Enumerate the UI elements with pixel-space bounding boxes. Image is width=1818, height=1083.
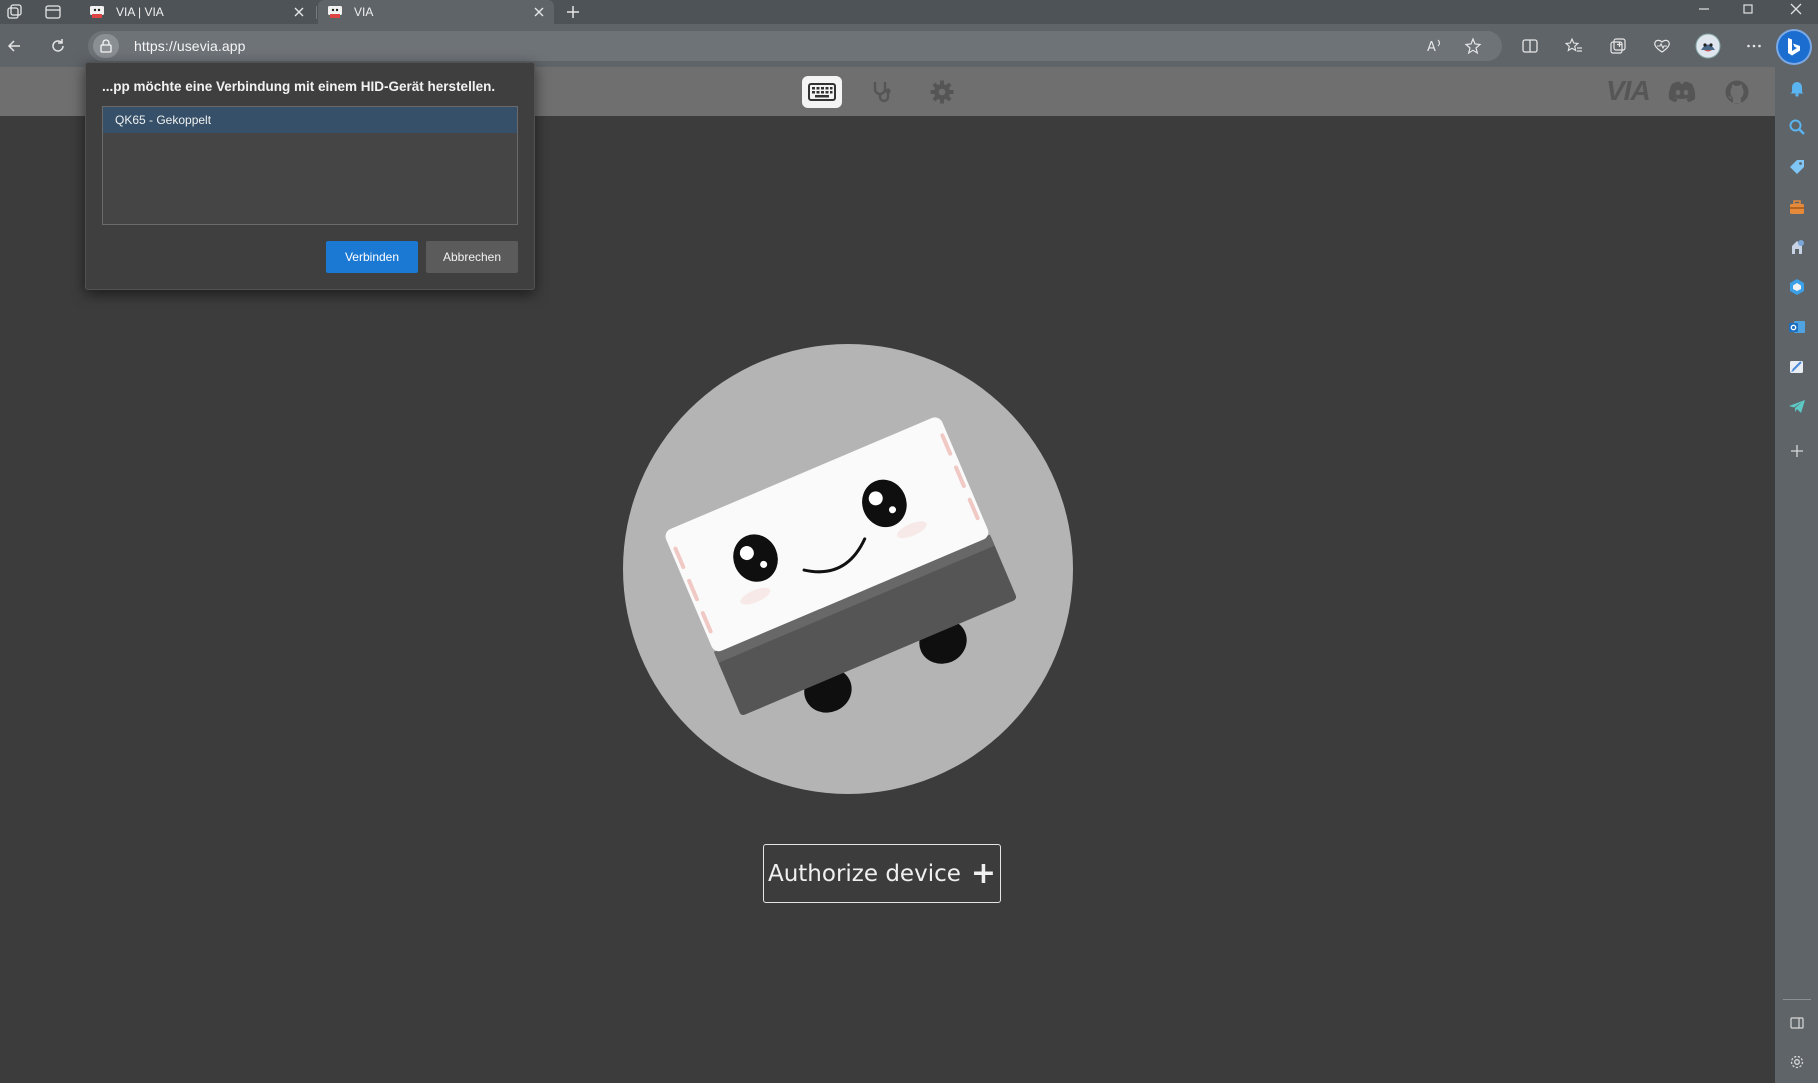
- plus-icon: +: [970, 855, 997, 891]
- keyboard-mascot-illustration: [623, 344, 1073, 794]
- workspaces-icon[interactable]: [5, 3, 23, 21]
- read-aloud-icon[interactable]: A: [1423, 34, 1447, 58]
- tab-via-via[interactable]: VIA | VIA: [80, 0, 314, 24]
- browser-sidebar: [1775, 67, 1818, 1083]
- cancel-button[interactable]: Abbrechen: [426, 241, 518, 273]
- close-window-button[interactable]: [1774, 0, 1818, 18]
- add-icon[interactable]: [1786, 440, 1808, 462]
- new-tab-plus-icon[interactable]: [564, 3, 582, 21]
- device-list[interactable]: QK65 - Gekoppelt: [102, 106, 518, 225]
- authorize-device-label: Authorize device: [767, 860, 961, 887]
- games-icon[interactable]: [1786, 236, 1808, 258]
- connect-button[interactable]: Verbinden: [326, 241, 418, 273]
- bing-icon[interactable]: [1778, 31, 1810, 63]
- hid-permission-dialog: ...pp möchte eine Verbindung mit einem H…: [85, 62, 535, 290]
- minimize-button[interactable]: [1682, 0, 1726, 18]
- microsoft-365-icon[interactable]: [1786, 276, 1808, 298]
- tab-separator: [316, 6, 317, 19]
- sidebar-settings-icon[interactable]: [1786, 1051, 1808, 1073]
- hide-sidebar-icon[interactable]: [1786, 1012, 1808, 1034]
- split-screen-icon[interactable]: [1516, 32, 1544, 60]
- url-text[interactable]: https://usevia.app: [134, 38, 246, 54]
- browser-toolbar: https://usevia.app A: [0, 24, 1818, 67]
- notification-bell-icon[interactable]: [1786, 77, 1808, 99]
- refresh-icon[interactable]: [44, 32, 72, 60]
- maximize-button[interactable]: [1726, 0, 1770, 18]
- authorize-device-button[interactable]: Authorize device +: [763, 844, 1001, 903]
- shopping-tag-icon[interactable]: [1786, 156, 1808, 178]
- back-arrow-icon[interactable]: [0, 32, 28, 60]
- tab-via[interactable]: VIA: [318, 0, 554, 24]
- stethoscope-icon[interactable]: [862, 76, 902, 108]
- tools-briefcase-icon[interactable]: [1786, 196, 1808, 218]
- tab-actions-icon[interactable]: [44, 3, 62, 21]
- github-icon[interactable]: [1717, 76, 1757, 108]
- close-tab-icon[interactable]: [532, 5, 546, 19]
- tab-title: VIA: [354, 5, 374, 19]
- search-icon[interactable]: [1786, 116, 1808, 138]
- via-logo[interactable]: VIA: [1606, 75, 1651, 107]
- outlook-icon[interactable]: [1786, 316, 1808, 338]
- profile-avatar[interactable]: [1694, 32, 1722, 60]
- heart-pulse-icon[interactable]: [1648, 32, 1676, 60]
- lock-icon[interactable]: [93, 34, 119, 58]
- star-icon[interactable]: [1461, 34, 1485, 58]
- address-bar[interactable]: https://usevia.app A: [88, 31, 1502, 61]
- telegram-icon[interactable]: [1786, 396, 1808, 418]
- discord-icon[interactable]: [1662, 76, 1702, 108]
- device-list-item[interactable]: QK65 - Gekoppelt: [103, 107, 517, 133]
- ellipsis-icon[interactable]: [1740, 32, 1768, 60]
- gear-icon[interactable]: [922, 76, 962, 108]
- keyboard-icon[interactable]: [802, 76, 842, 108]
- via-favicon-icon: [328, 6, 342, 18]
- sidebar-divider: [1783, 999, 1811, 1000]
- favorites-icon[interactable]: [1560, 32, 1588, 60]
- collections-icon[interactable]: [1604, 32, 1632, 60]
- tab-strip: VIA | VIA VIA: [0, 0, 1818, 24]
- drop-icon[interactable]: [1786, 356, 1808, 378]
- close-tab-icon[interactable]: [292, 5, 306, 19]
- via-favicon-icon: [90, 6, 104, 18]
- svg-text:A: A: [1427, 40, 1436, 55]
- tab-title: VIA | VIA: [116, 5, 164, 19]
- dialog-title: ...pp möchte eine Verbindung mit einem H…: [102, 79, 496, 94]
